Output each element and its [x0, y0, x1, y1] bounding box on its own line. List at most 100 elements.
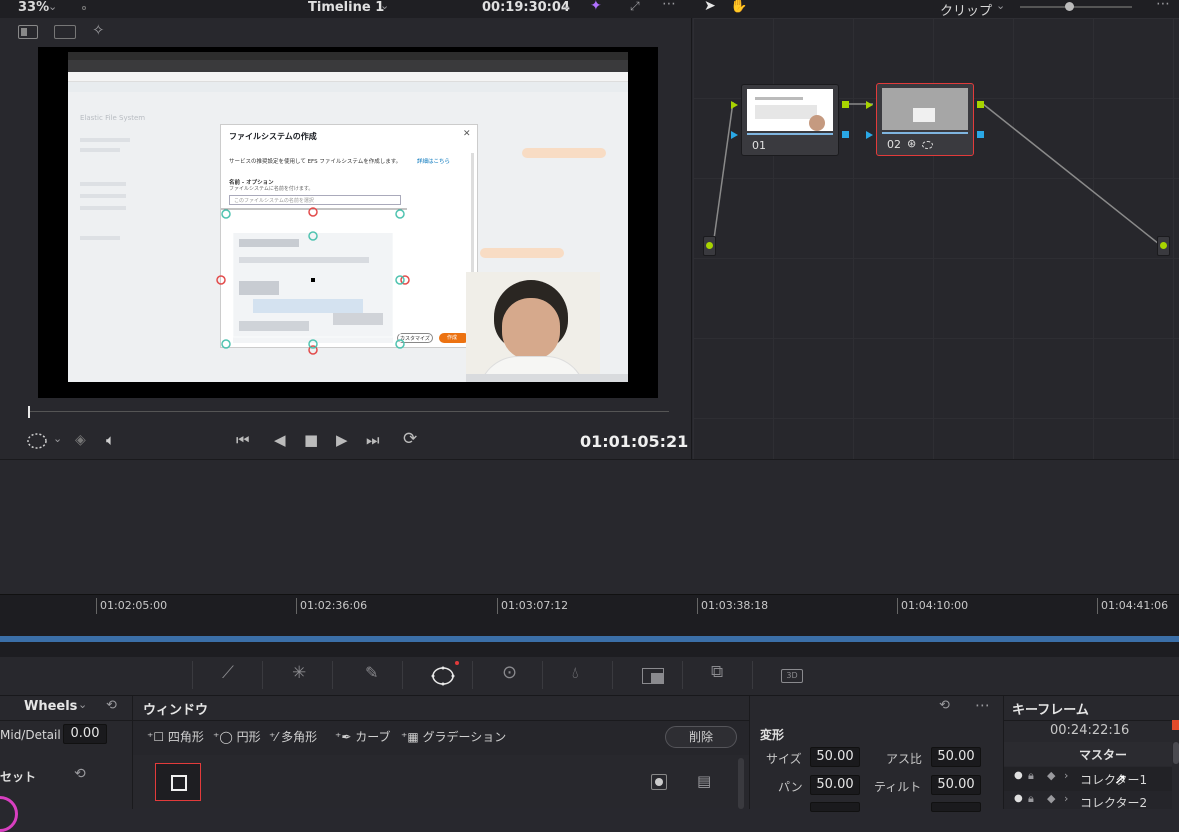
reset-icon[interactable]: ⟲: [106, 698, 117, 713]
keyframe-master-label: マスター: [1079, 748, 1128, 762]
node-key-output-port[interactable]: [842, 131, 849, 138]
hand-icon[interactable]: ✋: [730, 0, 747, 14]
lock-icon[interactable]: 🔒︎: [1028, 769, 1034, 783]
add-polygon-button[interactable]: ⁺⁄ 多角形: [269, 728, 317, 745]
keyframe-row[interactable]: ● 🔒︎ ◆ › コレクター2: [1004, 791, 1172, 810]
node-key-output-port[interactable]: [977, 131, 984, 138]
add-rectangle-button[interactable]: ⁺☐ 四角形: [147, 728, 204, 745]
play-reverse-icon[interactable]: ◀︎: [274, 431, 286, 449]
node-01[interactable]: 01: [741, 84, 839, 156]
key-icon[interactable]: [642, 668, 664, 684]
node-key-input-port[interactable]: [866, 131, 873, 139]
layers-icon[interactable]: ◈: [75, 432, 86, 448]
scrollbar[interactable]: [738, 758, 744, 809]
chevron-right-icon[interactable]: ›: [1064, 769, 1068, 782]
tracker-badge-icon: ⊛: [907, 137, 917, 150]
chevron-down-icon[interactable]: ⌄: [78, 698, 87, 711]
node-input-port[interactable]: [731, 101, 738, 109]
rectangle-window-item[interactable]: [155, 763, 201, 801]
qualifier-icon[interactable]: ✎: [365, 663, 378, 682]
chevron-down-icon[interactable]: ⌄: [53, 432, 62, 445]
keyframes-title: キーフレーム: [1012, 703, 1089, 718]
add-gradient-button[interactable]: ⁺▦ グラデーション: [401, 728, 506, 745]
dot-icon: ●: [1014, 770, 1023, 781]
color-wheel[interactable]: [0, 796, 18, 832]
play-icon[interactable]: ▶︎: [336, 431, 348, 449]
node-output-port[interactable]: [977, 101, 984, 108]
mid-detail-field[interactable]: 0.00: [63, 724, 107, 744]
mid-detail-label: Mid/Detail: [0, 728, 61, 742]
keyframe-diamond-icon[interactable]: ◆: [1047, 792, 1055, 805]
rgb-output-port[interactable]: [1160, 242, 1167, 249]
playhead[interactable]: [28, 406, 30, 418]
volume-icon[interactable]: 🔈︎: [106, 431, 115, 449]
node-label: 02: [887, 138, 901, 151]
ruler-tick: 01:03:38:18: [701, 599, 769, 612]
chevron-right-icon[interactable]: ›: [1064, 792, 1068, 805]
node-output-port[interactable]: [842, 101, 849, 108]
mask-toggle-icon[interactable]: ▤: [697, 772, 711, 790]
window-icon[interactable]: [431, 666, 455, 686]
loop-icon[interactable]: ⟳: [403, 429, 417, 449]
wheels-title[interactable]: Wheels: [24, 699, 77, 714]
node-thumbnail: [747, 89, 833, 131]
keyframe-playhead[interactable]: [1172, 720, 1179, 730]
node-zoom-handle[interactable]: [1065, 2, 1074, 11]
keyframe-row[interactable]: ● 🔒︎ ◆ › コレクター1: [1004, 767, 1172, 791]
lock-icon[interactable]: 🔒︎: [1028, 792, 1034, 806]
node-02[interactable]: 02 ⊛: [876, 83, 974, 156]
node-mode-label[interactable]: クリップ: [940, 0, 992, 19]
current-timecode: 01:01:05:21: [580, 432, 689, 451]
keyframes-panel: キーフレーム 00:24:22:16 マスター ● 🔒︎ ◆ › コレクター1 …: [1003, 696, 1179, 810]
window-badge-icon: [922, 141, 933, 149]
skip-to-start-icon[interactable]: ⏮︎: [236, 431, 250, 449]
sizing-icon[interactable]: ⧉: [711, 662, 723, 682]
ruler-tick: 01:04:10:00: [901, 599, 969, 612]
node-zoom-slider[interactable]: [1020, 6, 1132, 8]
window-panel-title: ウィンドウ: [143, 703, 209, 718]
delete-window-button[interactable]: 削除: [665, 726, 737, 748]
window-overlay-mode-icon[interactable]: [26, 432, 48, 450]
rectangle-icon: [171, 775, 187, 791]
pan-field[interactable]: 50.00: [810, 775, 860, 795]
3d-icon[interactable]: 3D: [781, 669, 803, 683]
active-indicator: [455, 661, 459, 665]
window-center-point[interactable]: [311, 278, 315, 282]
mini-timeline[interactable]: 01:02:05:00 01:02:36:06 01:03:07:12 01:0…: [0, 594, 1179, 643]
add-circle-button[interactable]: ⁺◯ 円形: [213, 728, 261, 745]
size-label: サイズ: [766, 752, 802, 766]
pointer-icon[interactable]: ➤: [704, 0, 716, 14]
aspect-field[interactable]: 50.00: [931, 747, 981, 767]
keyframe-timecode: 00:24:22:16: [1050, 723, 1130, 738]
stop-icon[interactable]: ■: [304, 431, 318, 449]
curves-icon[interactable]: ⟋: [222, 663, 234, 683]
node-label: 01: [752, 139, 766, 152]
size-field[interactable]: 50.00: [810, 747, 860, 767]
skip-to-end-icon[interactable]: ⏭︎: [366, 431, 380, 449]
reset-icon[interactable]: ⟲: [74, 766, 86, 782]
tracker-icon[interactable]: ⊙: [502, 662, 517, 683]
tilt-field[interactable]: 50.00: [931, 775, 981, 795]
warper-icon[interactable]: ✳: [292, 663, 306, 683]
window-rotate-handle[interactable]: [308, 231, 318, 241]
scrubber-track[interactable]: [29, 411, 669, 412]
aspect-label: アス比: [886, 752, 923, 766]
window-overlay[interactable]: [0, 0, 692, 459]
node-key-input-port[interactable]: [731, 131, 738, 139]
more-options-icon[interactable]: ⋯: [1156, 0, 1170, 12]
invert-toggle[interactable]: [651, 774, 667, 790]
scrollbar[interactable]: [1173, 742, 1179, 764]
keyframe-diamond-icon[interactable]: ◆: [1047, 769, 1055, 782]
palette-toolbar: ⟋ ✳ ✎ ⊙ 💧︎ ⧉ 3D: [0, 657, 1179, 695]
rgb-input-port[interactable]: [706, 242, 713, 249]
blur-icon[interactable]: 💧︎: [572, 663, 578, 683]
chevron-down-icon[interactable]: ⌄: [996, 0, 1005, 12]
timeline-spacer: [0, 642, 1179, 657]
add-curve-button[interactable]: ⁺✒ カーブ: [335, 728, 390, 745]
empty-panel-area: [0, 459, 1179, 594]
node-input-port[interactable]: [866, 101, 873, 109]
transform-panel: 変形 サイズ 50.00 アス比 50.00 パン 50.00 ティルト 50.…: [749, 696, 1003, 812]
window-softness-handle[interactable]: [216, 275, 226, 285]
ruler-tick: 01:04:41:06: [1101, 599, 1169, 612]
ruler-tick: 01:02:05:00: [100, 599, 168, 612]
